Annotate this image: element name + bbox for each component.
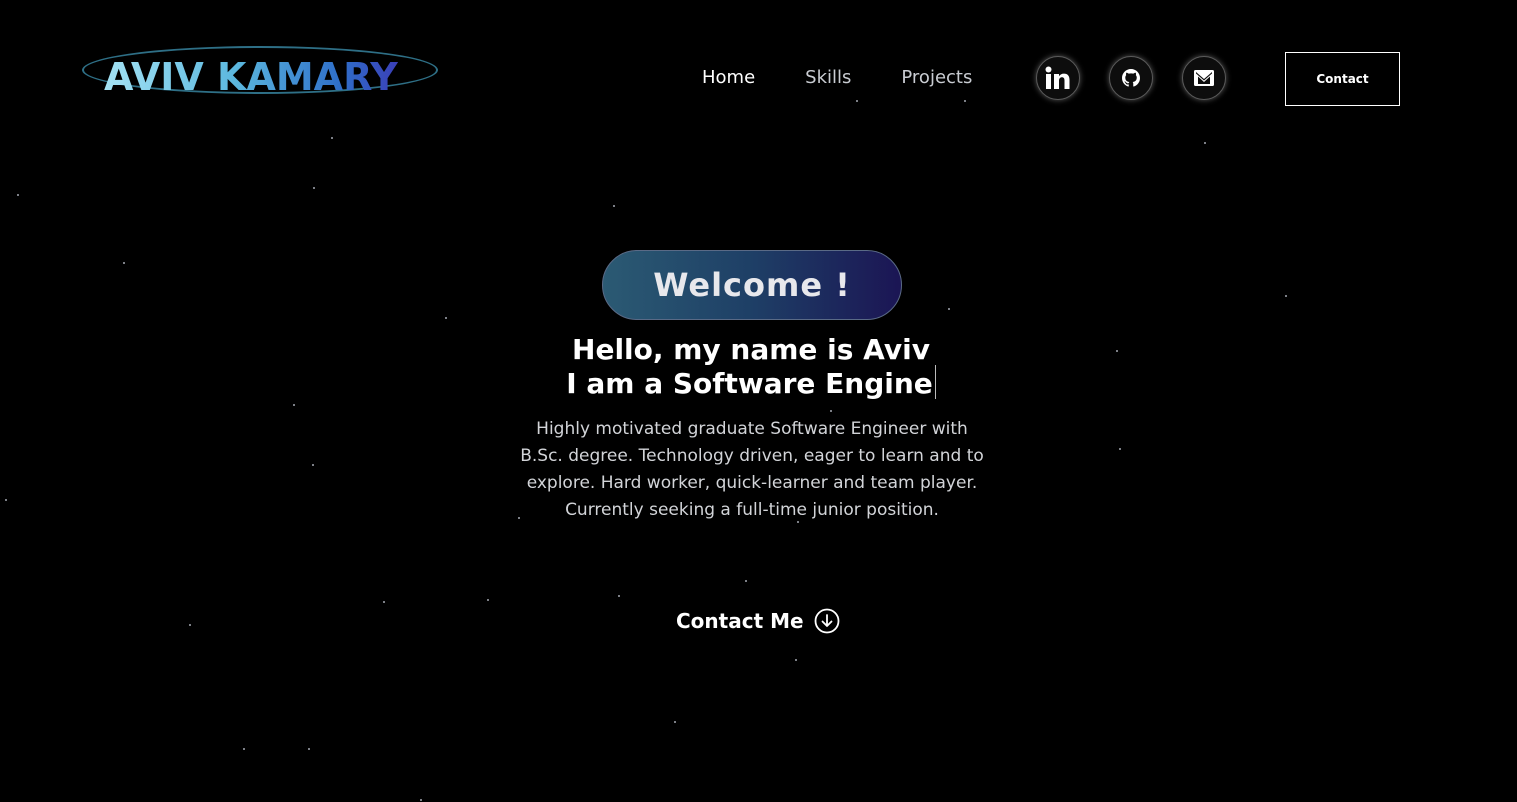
- email-button[interactable]: [1182, 56, 1226, 100]
- site-logo[interactable]: AVIV KAMARY: [82, 44, 442, 100]
- mail-icon: [1194, 70, 1214, 86]
- nav-link-skills[interactable]: Skills: [805, 64, 851, 92]
- contact-me-button[interactable]: Contact Me: [676, 608, 840, 634]
- hero-title: Hello, my name is Aviv I am a Software E…: [450, 334, 1052, 399]
- portfolio-page: AVIV KAMARY Home Skills Projects Contact…: [0, 0, 1517, 802]
- starfield-background: [0, 0, 1517, 802]
- github-icon: [1122, 69, 1140, 87]
- linkedin-icon: [1045, 66, 1070, 89]
- contact-me-label: Contact Me: [676, 609, 804, 633]
- hero-description-text: Highly motivated graduate Software Engin…: [520, 419, 984, 493]
- nav-link-home[interactable]: Home: [702, 64, 755, 92]
- hero-title-line2-wrapper: I am a Software Engine: [450, 365, 1052, 399]
- main-nav: Home Skills Projects: [690, 64, 1012, 92]
- linkedin-button[interactable]: [1036, 56, 1080, 100]
- nav-link-projects[interactable]: Projects: [901, 64, 972, 92]
- hero-title-line2: I am a Software Engine: [566, 367, 933, 400]
- github-button[interactable]: [1109, 56, 1153, 100]
- logo-text: AVIV KAMARY: [104, 55, 398, 99]
- hero-title-line1: Hello, my name is Aviv: [572, 333, 930, 366]
- hero-description: Highly motivated graduate Software Engin…: [520, 416, 984, 524]
- hero-description-seeking: Currently seeking a full-time junior pos…: [565, 500, 939, 520]
- welcome-badge: Welcome !: [602, 250, 902, 320]
- contact-button[interactable]: Contact: [1285, 52, 1400, 106]
- arrow-down-circle-icon: [814, 608, 839, 634]
- typing-cursor: [934, 365, 936, 399]
